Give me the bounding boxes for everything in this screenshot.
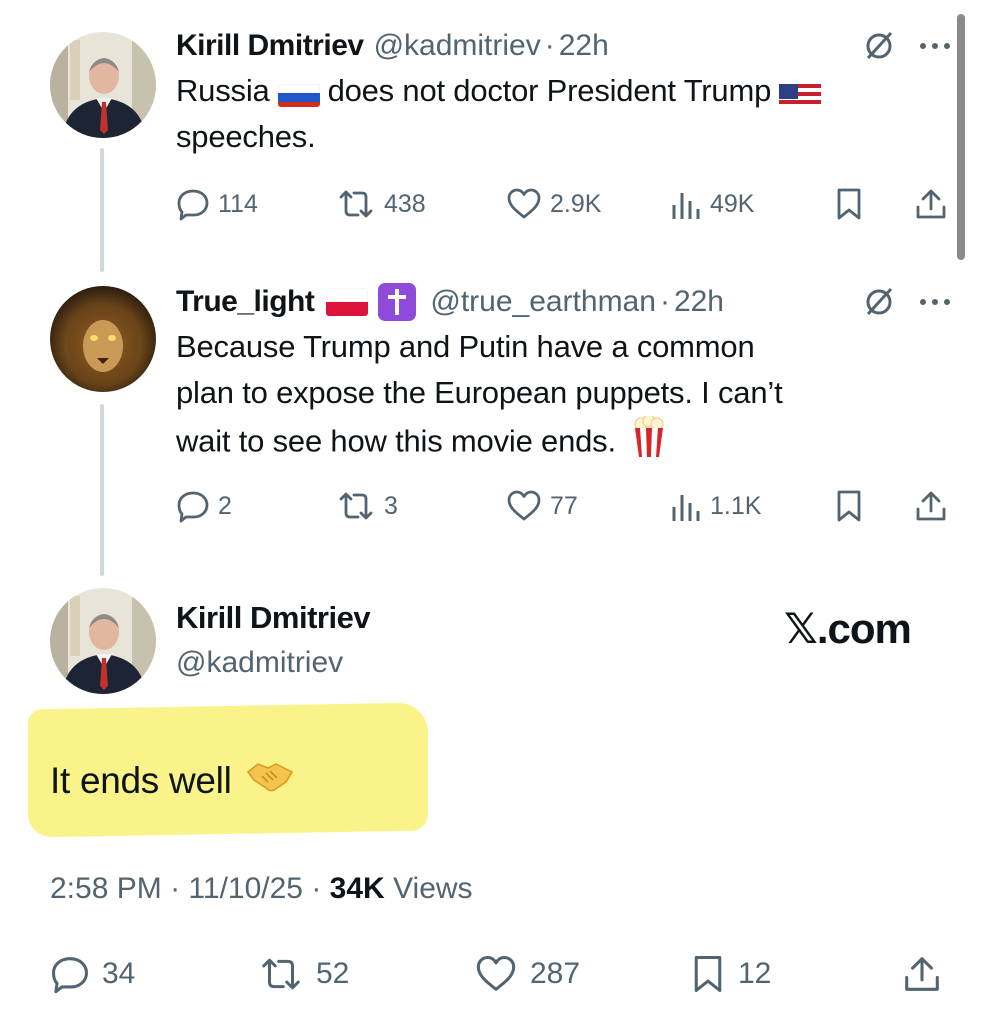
flag-usa-icon (779, 79, 822, 107)
brand-watermark: 𝕏.com (784, 605, 912, 652)
separator: · (544, 29, 555, 62)
share-button[interactable] (902, 954, 942, 994)
retweet-button[interactable]: 438 (336, 184, 426, 224)
retweet-icon (262, 958, 300, 990)
author-handle[interactable]: @kadmitriev (176, 646, 343, 680)
tweet-time[interactable]: 22h (674, 285, 724, 319)
tweet-2[interactable]: True_light @true_earthman · 22h Because … (176, 282, 952, 471)
retweet-count: 52 (316, 957, 350, 990)
separator: · (311, 872, 322, 905)
like-button[interactable]: 77 (506, 486, 578, 526)
main-tweet-text-container: It ends well (50, 758, 294, 803)
like-icon (507, 188, 541, 219)
views-count: 1.1K (710, 491, 762, 520)
views-label: Views (393, 872, 473, 905)
bookmark-button[interactable] (834, 184, 864, 224)
tweet-text: plan to expose the European puppets. I c… (176, 375, 783, 410)
handshake-icon (246, 758, 294, 803)
more-icon[interactable] (918, 297, 952, 307)
tweet-time[interactable]: 2:58 PM (50, 872, 162, 905)
author-handle[interactable]: @true_earthman (430, 285, 656, 319)
views-button[interactable]: 1.1K (670, 486, 761, 526)
retweet-button[interactable]: 3 (336, 486, 398, 526)
tweet-text: Because Trump and Putin have a common (176, 329, 755, 364)
cross-icon (378, 283, 417, 321)
tweet-time[interactable]: 22h (559, 29, 609, 63)
grok-icon[interactable] (862, 285, 896, 319)
main-tweet-actions: 34 52 287 12 (50, 954, 952, 994)
views-count: 34K (329, 872, 385, 905)
avatar-kirill-main[interactable] (50, 588, 156, 694)
bookmark-icon (837, 188, 861, 220)
like-count: 287 (530, 957, 581, 990)
author-name[interactable]: Kirill Dmitriev (176, 29, 364, 63)
reply-icon (177, 491, 209, 523)
tweet-text: Russia (176, 73, 270, 108)
separator: · (659, 285, 670, 318)
main-tweet-text: It ends well (50, 759, 232, 801)
flag-russia-icon (277, 79, 320, 107)
bookmark-icon (694, 956, 722, 992)
share-icon (916, 189, 946, 219)
bookmark-count: 12 (738, 957, 772, 990)
more-icon[interactable] (918, 41, 952, 51)
like-icon (507, 490, 541, 521)
like-count: 77 (550, 491, 578, 520)
reply-button[interactable]: 114 (176, 184, 258, 224)
bookmark-icon (837, 490, 861, 522)
retweet-button[interactable]: 52 (258, 954, 349, 994)
share-icon (905, 957, 939, 991)
like-button[interactable]: 287 (474, 954, 580, 994)
scrollbar[interactable] (957, 14, 965, 260)
flag-poland-icon (326, 288, 369, 316)
tweet-actions: 2 3 77 1.1K (176, 486, 952, 526)
thread-line (100, 148, 104, 272)
like-icon (476, 956, 516, 991)
reply-icon (177, 189, 209, 221)
tweet-date[interactable]: 11/10/25 (188, 872, 303, 905)
tweet-1[interactable]: Kirill Dmitriev @kadmitriev · 22h Russia… (176, 26, 952, 160)
share-button[interactable] (914, 184, 948, 224)
retweet-count: 3 (384, 491, 398, 520)
reply-count: 34 (102, 957, 136, 990)
views-icon (672, 495, 700, 521)
retweet-icon (339, 492, 373, 520)
bookmark-button[interactable]: 12 (690, 954, 771, 994)
retweet-count: 438 (384, 189, 426, 218)
reply-icon (52, 957, 88, 994)
reply-count: 2 (218, 491, 232, 520)
popcorn-icon (632, 414, 666, 471)
bookmark-button[interactable] (834, 486, 864, 526)
reply-button[interactable]: 2 (176, 486, 232, 526)
grok-icon[interactable] (862, 29, 896, 63)
separator: · (170, 872, 181, 905)
tweet-actions: 114 438 2.9K 49K (176, 184, 952, 224)
like-button[interactable]: 2.9K (506, 184, 601, 224)
author-name[interactable]: True_light (176, 285, 315, 319)
share-icon (916, 491, 946, 521)
reply-button[interactable]: 34 (50, 954, 135, 994)
like-count: 2.9K (550, 189, 602, 218)
tweet-text: wait to see how this movie ends. (176, 423, 616, 459)
tweet-meta: 2:58 PM · 11/10/25 · 34K Views (50, 872, 473, 906)
views-count: 49K (710, 189, 755, 218)
avatar-kirill[interactable] (50, 32, 156, 138)
author-name[interactable]: Kirill Dmitriev (176, 600, 371, 636)
avatar-true-light[interactable] (50, 286, 156, 392)
share-button[interactable] (914, 486, 948, 526)
author-handle[interactable]: @kadmitriev (374, 29, 541, 63)
retweet-icon (339, 190, 373, 218)
views-button[interactable]: 49K (670, 184, 754, 224)
reply-count: 114 (218, 189, 258, 218)
tweet-text: speeches. (176, 119, 316, 154)
tweet-text: does not doctor President Trump (327, 73, 772, 108)
views-icon (672, 193, 700, 219)
thread-line (100, 404, 104, 576)
